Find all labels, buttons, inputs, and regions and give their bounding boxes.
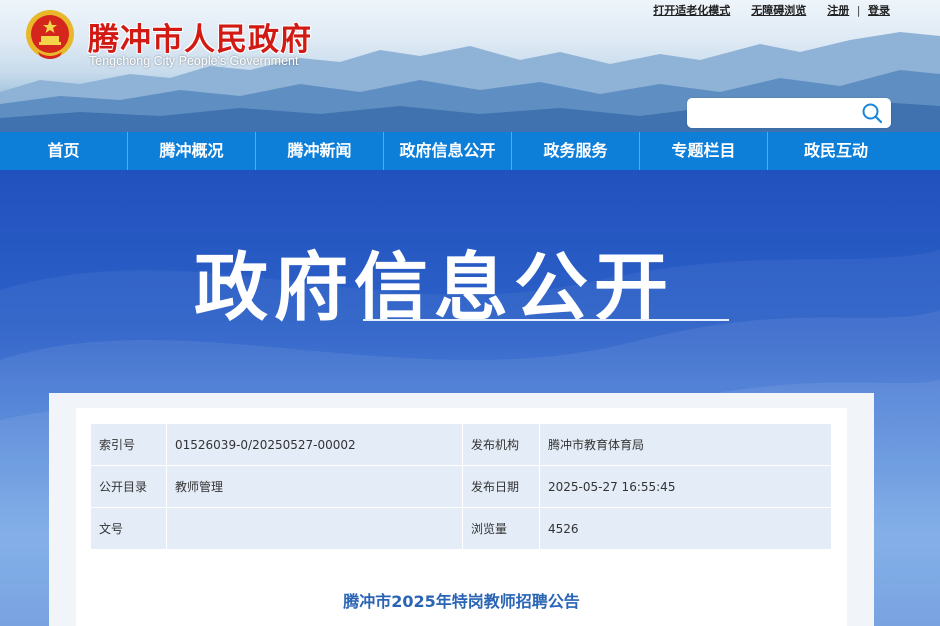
nav-item-info-disclosure[interactable]: 政府信息公开 [384, 132, 512, 170]
search-input[interactable] [695, 103, 859, 125]
elderly-mode-link[interactable]: 打开适老化模式 [653, 4, 730, 17]
meta-value: 2025-05-27 16:55:45 [540, 466, 831, 508]
link-separator: | [856, 4, 861, 17]
nav-item-news[interactable]: 腾冲新闻 [256, 132, 384, 170]
meta-value: 教师管理 [167, 466, 463, 508]
nav-item-services[interactable]: 政务服务 [512, 132, 640, 170]
nav-item-interaction[interactable]: 政民互动 [768, 132, 904, 170]
nav-item-overview[interactable]: 腾冲概况 [128, 132, 256, 170]
login-link[interactable]: 登录 [868, 4, 890, 17]
banner-underline [363, 319, 729, 321]
meta-value: 腾冲市教育体育局 [540, 424, 831, 466]
meta-label: 公开目录 [91, 466, 167, 508]
meta-label: 索引号 [91, 424, 167, 466]
national-emblem-icon [26, 10, 74, 59]
document-meta-table: 索引号 01526039-0/20250527-00002 发布机构 腾冲市教育… [91, 424, 831, 550]
top-links: 打开适老化模式 无障碍浏览 注册 | 登录 [653, 2, 890, 18]
main-nav: 首页 腾冲概况 腾冲新闻 政府信息公开 政务服务 专题栏目 政民互动 [0, 132, 940, 170]
content-panel: 索引号 01526039-0/20250527-00002 发布机构 腾冲市教育… [76, 408, 847, 626]
meta-value [167, 508, 463, 550]
search-box [687, 98, 891, 128]
nav-item-topics[interactable]: 专题栏目 [640, 132, 768, 170]
content-card: 索引号 01526039-0/20250527-00002 发布机构 腾冲市教育… [49, 393, 874, 626]
search-icon[interactable] [861, 102, 883, 124]
table-row: 文号 浏览量 4526 [91, 508, 831, 550]
meta-label: 发布日期 [463, 466, 540, 508]
accessibility-link[interactable]: 无障碍浏览 [751, 4, 806, 17]
site-subtitle: Tengchong City People's Government [89, 54, 299, 68]
meta-value: 01526039-0/20250527-00002 [167, 424, 463, 466]
meta-label: 浏览量 [463, 508, 540, 550]
meta-label: 文号 [91, 508, 167, 550]
site-header: 腾冲市人民政府 Tengchong City People's Governme… [0, 0, 940, 132]
nav-item-home[interactable]: 首页 [0, 132, 128, 170]
register-link[interactable]: 注册 [827, 4, 849, 17]
table-row: 公开目录 教师管理 发布日期 2025-05-27 16:55:45 [91, 466, 831, 508]
document-title: 腾冲市2025年特岗教师招聘公告 [343, 592, 580, 611]
table-row: 索引号 01526039-0/20250527-00002 发布机构 腾冲市教育… [91, 424, 831, 466]
meta-value: 4526 [540, 508, 831, 550]
meta-label: 发布机构 [463, 424, 540, 466]
site-title: 腾冲市人民政府 [88, 22, 312, 58]
